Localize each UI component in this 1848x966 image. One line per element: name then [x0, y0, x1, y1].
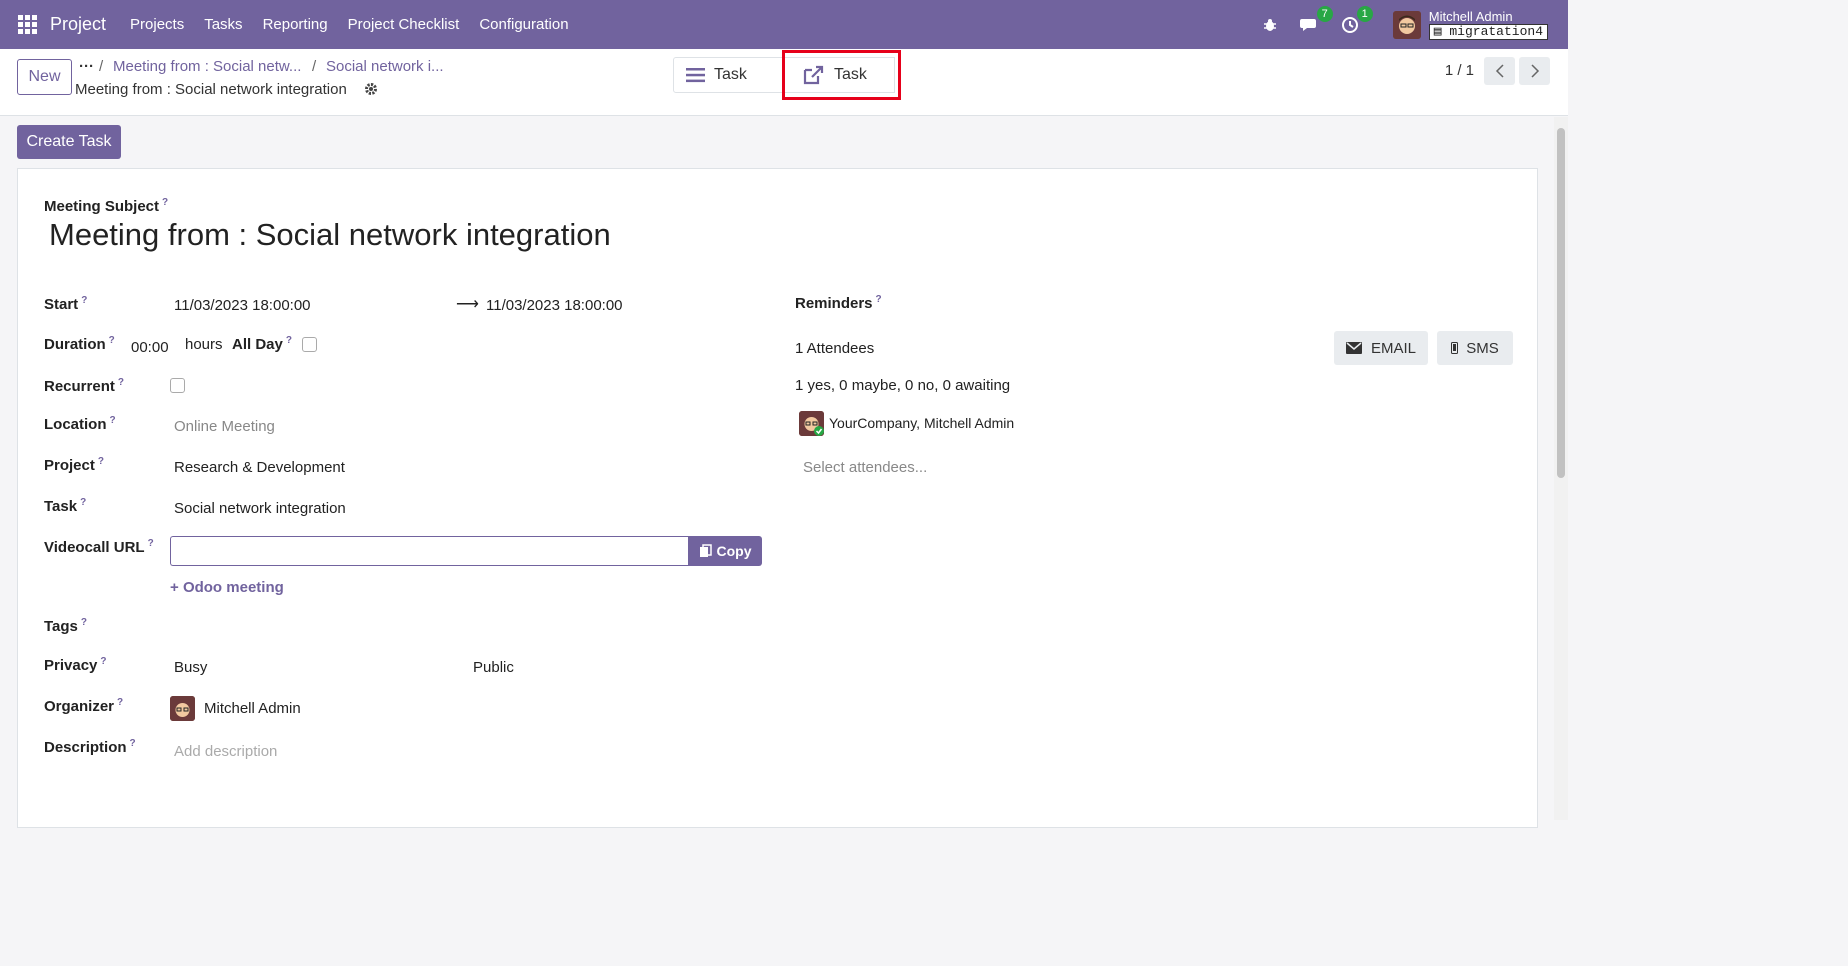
recurrent-checkbox[interactable] — [170, 378, 185, 393]
breadcrumb-separator: / — [312, 58, 317, 75]
meeting-title-field[interactable]: Meeting from : Social network integratio… — [49, 217, 611, 253]
show-as-field[interactable]: Busy — [174, 659, 207, 676]
gear-icon[interactable] — [364, 82, 378, 100]
form-sheet: Meeting Subject? Meeting from : Social n… — [17, 168, 1538, 828]
attendees-count: 1 Attendees — [795, 340, 875, 357]
breadcrumb-separator: / — [99, 58, 104, 75]
privacy-field[interactable]: Public — [473, 659, 514, 676]
create-task-button[interactable]: Create Task — [17, 125, 121, 159]
start-label: Start? — [44, 295, 88, 313]
sms-label: SMS — [1466, 339, 1499, 357]
start-date-field[interactable]: 11/03/2023 18:00:00 — [174, 297, 311, 314]
activities-clock-icon[interactable]: 1 — [1339, 5, 1373, 36]
organizer-label: Organizer? — [44, 697, 124, 715]
control-panel: New ··· / Meeting from : Social netw... … — [0, 49, 1568, 116]
smart-buttons: Task Task — [673, 57, 895, 93]
database-name: migratation4 — [1449, 23, 1543, 39]
pager-value: 1 / 1 — [1444, 62, 1474, 79]
menu-reporting[interactable]: Reporting — [263, 16, 328, 33]
duration-field[interactable]: 00:00 — [131, 339, 169, 356]
task-list-smart-button[interactable]: Task — [673, 57, 783, 93]
list-bars-icon — [686, 67, 706, 83]
hours-label: hours — [185, 336, 223, 353]
reminders-label: Reminders? — [795, 294, 882, 312]
top-navbar: Project Projects Tasks Reporting Project… — [0, 0, 1568, 49]
debug-bug-icon[interactable] — [1259, 14, 1281, 36]
sms-button[interactable]: SMS — [1437, 331, 1513, 365]
apps-menu-icon[interactable] — [18, 15, 37, 34]
menu-project-checklist[interactable]: Project Checklist — [348, 16, 460, 33]
task-list-label: Task — [714, 66, 747, 83]
organizer-avatar — [170, 696, 195, 721]
breadcrumb-task[interactable]: Social network i... — [326, 58, 444, 75]
task-open-label: Task — [834, 66, 867, 83]
select-attendees-input[interactable]: Select attendees... — [803, 459, 927, 476]
task-open-smart-button[interactable]: Task — [783, 57, 895, 93]
external-link-icon — [802, 65, 824, 85]
new-button[interactable]: New — [17, 59, 72, 95]
allday-checkbox[interactable] — [302, 337, 317, 352]
app-brand[interactable]: Project — [50, 14, 106, 35]
description-label: Description? — [44, 738, 136, 756]
activities-badge: 1 — [1356, 5, 1373, 22]
task-field[interactable]: Social network integration — [174, 500, 346, 517]
privacy-label: Privacy? — [44, 656, 107, 674]
organizer-field[interactable]: Mitchell Admin — [204, 700, 301, 717]
breadcrumb-meeting[interactable]: Meeting from : Social netw... — [113, 58, 301, 75]
end-date-field[interactable]: 11/03/2023 18:00:00 — [486, 297, 623, 314]
description-field[interactable]: Add description — [174, 743, 277, 760]
menu-configuration[interactable]: Configuration — [479, 16, 568, 33]
odoo-meeting-link[interactable]: + Odoo meeting — [170, 579, 284, 596]
copy-label: Copy — [716, 543, 752, 559]
email-label: EMAIL — [1370, 339, 1416, 357]
videocall-url-input[interactable] — [170, 536, 689, 566]
pager-previous-button[interactable] — [1484, 57, 1515, 85]
messages-chat-icon[interactable]: 7 — [1299, 5, 1333, 36]
arrow-right-icon: ⟶ — [456, 296, 479, 313]
videocall-url-label: Videocall URL? — [44, 538, 154, 556]
menu-tasks[interactable]: Tasks — [204, 16, 242, 33]
copy-button[interactable]: Copy — [688, 536, 762, 566]
envelope-icon — [1345, 342, 1362, 354]
attendee-name: YourCompany, Mitchell Admin — [829, 415, 1015, 431]
database-tag: ▤ migratation4 — [1428, 23, 1548, 40]
project-label: Project? — [44, 456, 104, 474]
attendees-summary: 1 yes, 0 maybe, 0 no, 0 awaiting — [795, 377, 1011, 394]
task-label: Task? — [44, 497, 87, 515]
email-button[interactable]: EMAIL — [1334, 331, 1428, 365]
pager-next-button[interactable] — [1519, 57, 1550, 85]
page-scrollbar[interactable] — [1554, 117, 1568, 820]
breadcrumb-ellipsis[interactable]: ··· — [79, 58, 94, 75]
allday-label: All Day? — [232, 335, 292, 353]
current-record-name: Meeting from : Social network integratio… — [75, 81, 347, 98]
menu-projects[interactable]: Projects — [130, 16, 184, 33]
scrollbar-thumb[interactable] — [1557, 128, 1565, 478]
location-label: Location? — [44, 415, 116, 433]
meeting-subject-label: Meeting Subject? — [44, 197, 169, 215]
plus-icon: + — [170, 579, 183, 596]
tags-label: Tags? — [44, 617, 88, 635]
user-avatar[interactable] — [1392, 10, 1421, 39]
attendee-avatar — [799, 411, 824, 436]
clipboard-icon — [699, 544, 712, 558]
duration-label: Duration? — [44, 335, 115, 353]
mobile-icon — [1451, 342, 1459, 354]
location-field[interactable]: Online Meeting — [174, 418, 275, 435]
user-name[interactable]: Mitchell Admin — [1429, 9, 1548, 24]
recurrent-label: Recurrent? — [44, 377, 124, 395]
messages-badge: 7 — [1316, 5, 1333, 22]
project-field[interactable]: Research & Development — [174, 459, 345, 476]
